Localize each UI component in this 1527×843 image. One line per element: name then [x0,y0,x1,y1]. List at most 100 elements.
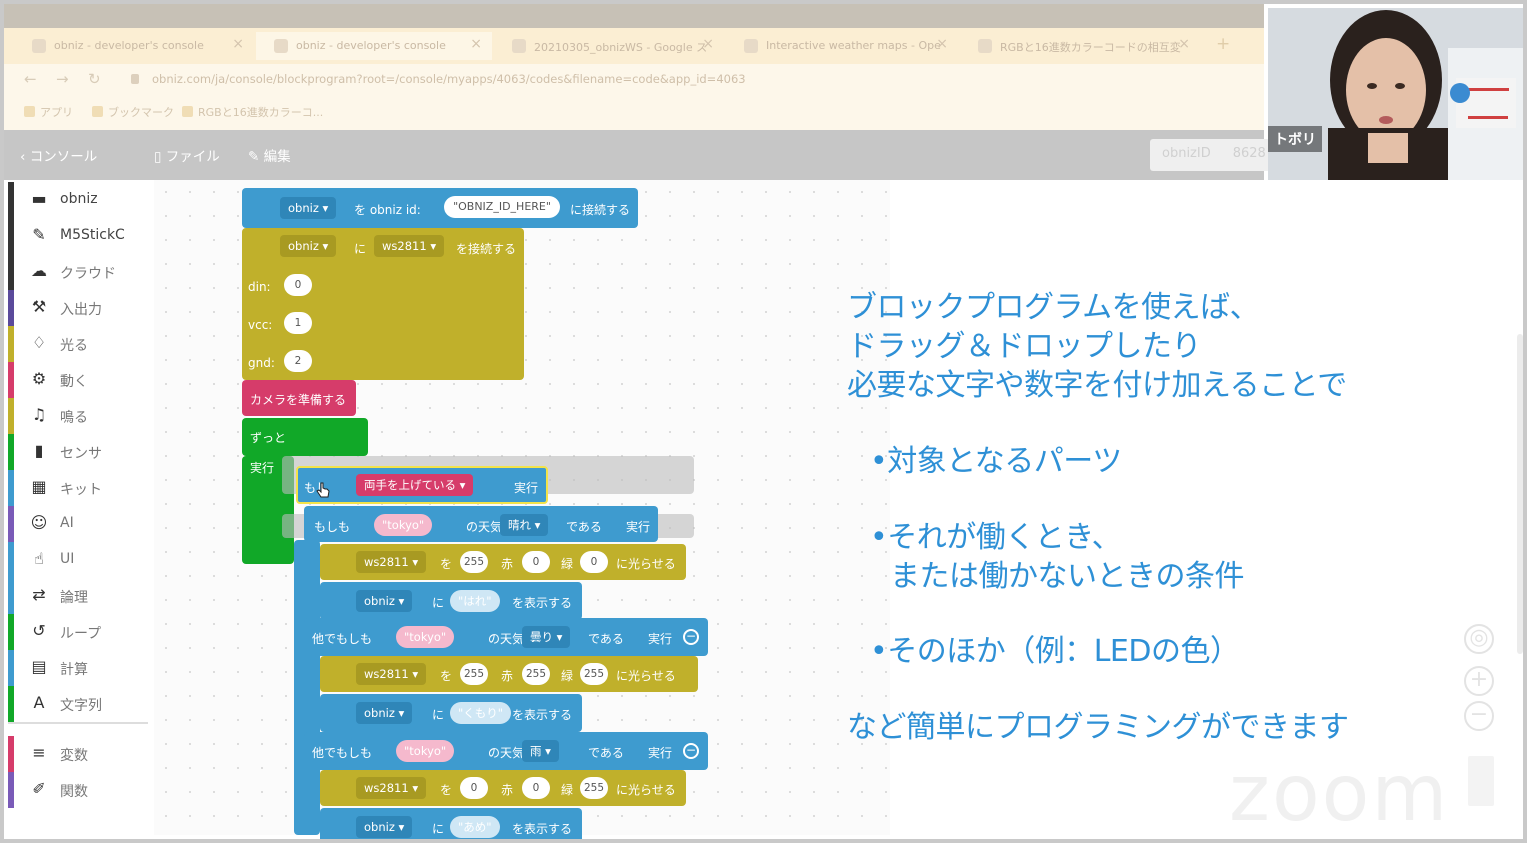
browser-tab-active[interactable]: obniz - developer's console × [256,32,492,60]
obniz-dropdown[interactable]: obniz ▾ [280,197,337,219]
loop-icon: ↺ [32,621,46,640]
recenter-icon[interactable]: ◎ [1464,624,1494,654]
sidebar-item-11[interactable]: ⇄ 論理 [8,578,158,614]
hammer-icon: ⚒ [31,297,47,316]
obniz-dropdown[interactable]: obniz ▾ [356,816,413,838]
sidebar-item-label: UI [60,551,75,567]
block-text: である [566,520,602,534]
sidebar-item-label: ループ [60,626,102,642]
led-green-input[interactable]: 0 [522,777,550,799]
sidebar-item-7[interactable]: ▮ センサ [8,434,158,470]
zoom-in-icon[interactable]: + [1464,666,1494,696]
pin-vcc-input[interactable]: 1 [284,312,312,334]
close-icon[interactable]: × [232,36,244,52]
zoom-out-icon[interactable]: − [1464,701,1494,731]
app-toolbar: ‹ コンソール ▯ ファイル ✎ 編集 [4,130,1264,180]
sidebar-item-12[interactable]: ↺ ループ [8,614,158,650]
reload-icon[interactable]: ↻ [88,70,101,88]
sidebar-item-0[interactable]: ▬ obniz [8,182,158,218]
bookmark-rgb[interactable]: RGBと16進数カラーコ... [182,104,323,120]
weather-dropdown[interactable]: 晴れ ▾ [500,514,549,536]
city-input[interactable]: "tokyo" [374,514,433,536]
page-icon [182,106,193,117]
bookmark-folder[interactable]: ブックマーク [92,104,174,120]
obniz-id-field[interactable]: obnizID 8628 [1150,139,1270,171]
led-red-input[interactable]: 255 [460,551,488,573]
close-icon[interactable]: × [702,36,714,52]
block-text: に [432,596,445,610]
forward-arrow-icon[interactable]: → [56,70,69,88]
block-text: 緑 [561,783,574,797]
device-dropdown[interactable]: ws2811 ▾ [356,663,427,685]
browser-tab[interactable]: Interactive weather maps - Ope × [726,32,958,60]
browser-tab[interactable]: 20210305_obnizWS - Google ス × [494,32,724,60]
city-input[interactable]: "tokyo" [396,740,455,762]
sidebar-item-14[interactable]: A 文字列 [8,686,158,722]
block-text: を接続する [456,242,517,256]
close-icon[interactable]: × [936,36,948,52]
slide-line-2: ドラッグ＆ドロップしたり [847,329,1202,364]
sidebar-item-15[interactable]: ≡ 変数 [8,736,158,772]
block-text: 他でもしも [312,632,373,646]
sidebar-item-3[interactable]: ⚒ 入出力 [8,290,158,326]
block-text: を表示する [512,596,573,610]
sidebar-item-8[interactable]: ▦ キット [8,470,158,506]
block-text: 実行 [626,520,651,534]
browser-tab[interactable]: obniz - developer's console × [14,32,254,60]
block-text: を [440,783,453,797]
led-blue-input[interactable]: 255 [580,663,608,685]
weather-dropdown[interactable]: 曇り ▾ [522,626,571,648]
device-dropdown[interactable]: ws2811 ▾ [356,551,427,573]
edit-menu[interactable]: ✎ 編集 [248,145,291,165]
message-input[interactable]: "あめ" [450,816,500,838]
category-color-bar [8,218,14,254]
browser-tab[interactable]: RGBと16進数カラーコードの相互変 × [960,32,1200,60]
remove-branch-icon[interactable]: − [683,743,699,759]
weather-if-block-body [294,540,320,835]
bookmark-apps[interactable]: アプリ [24,104,73,120]
message-input[interactable]: "くもり" [450,702,512,724]
category-color-bar [8,736,14,772]
device-dropdown[interactable]: ws2811 ▾ [356,777,427,799]
trash-icon[interactable] [1468,756,1494,806]
sidebar-item-13[interactable]: ▤ 計算 [8,650,158,686]
remove-branch-icon[interactable]: − [683,629,699,645]
screen-frame: obniz - developer's console × obniz - de… [0,0,1527,843]
city-input[interactable]: "tokyo" [396,626,455,648]
message-input[interactable]: "はれ" [450,590,500,612]
obniz-id-input[interactable]: "OBNIZ_ID_HERE" [444,196,560,218]
led-red-input[interactable]: 0 [460,777,488,799]
obniz-dropdown[interactable]: obniz ▾ [356,702,413,724]
new-tab-icon[interactable]: + [1216,34,1230,54]
weather-dropdown[interactable]: 雨 ▾ [522,740,559,762]
sidebar-item-6[interactable]: ♫ 鳴る [8,398,158,434]
close-icon[interactable]: × [470,36,482,52]
block-text: に光らせる [616,783,676,797]
led-blue-input[interactable]: 0 [580,551,608,573]
console-back-link[interactable]: ‹ コンソール [20,145,97,165]
device-dropdown[interactable]: ws2811 ▾ [374,235,445,257]
led-green-input[interactable]: 255 [522,663,550,685]
back-arrow-icon[interactable]: ← [24,70,37,88]
sidebar-item-16[interactable]: ✐ 関数 [8,772,158,808]
file-menu[interactable]: ▯ ファイル [154,145,220,165]
sidebar-item-2[interactable]: ☁ クラウド [8,254,158,290]
led-blue-input[interactable]: 255 [580,777,608,799]
obniz-dropdown[interactable]: obniz ▾ [356,590,413,612]
workspace-scrollbar[interactable] [1517,334,1523,654]
sidebar-item-9[interactable]: ☺ AI [8,506,158,542]
url-field[interactable]: obniz.com/ja/console/blockprogram?root=/… [152,72,746,86]
obniz-dropdown[interactable]: obniz ▾ [280,235,337,257]
sidebar-item-4[interactable]: ♢ 光る [8,326,158,362]
led-green-input[interactable]: 0 [522,551,550,573]
block-text: 赤 [501,557,514,571]
pin-gnd-input[interactable]: 2 [284,350,312,372]
sidebar-item-10[interactable]: ☝ UI [8,542,158,578]
led-red-input[interactable]: 255 [460,663,488,685]
sidebar-item-1[interactable]: ✎ M5StickC [8,218,158,254]
sidebar-item-label: 変数 [60,748,88,764]
close-icon[interactable]: × [1178,36,1190,52]
pose-dropdown[interactable]: 両手を上げている ▾ [356,474,474,496]
sidebar-item-5[interactable]: ⚙ 動く [8,362,158,398]
pin-din-input[interactable]: 0 [284,274,312,296]
